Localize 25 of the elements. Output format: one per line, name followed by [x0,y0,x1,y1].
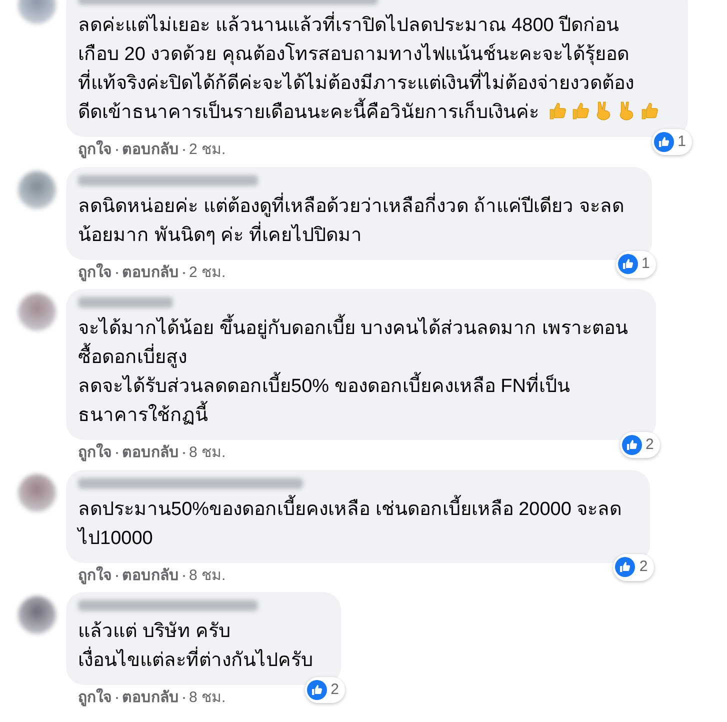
timestamp[interactable]: 8 ชม. [189,687,226,710]
timestamp[interactable]: 8 ชม. [189,442,226,464]
reaction-badge[interactable]: 1 [652,128,692,155]
comment-text: จะได้มากได้น้อย ขึ้นอยู่กับดอกเบี้ย บางคนได้ส่วนลดมาก เพราะตอน ซื้อดอกเบี่ยสูง ลดจะได้รับส่วนลดดอกเบี้ย50% ของดอกเบี้ยคงเหลือ FNที่เป็น ธนาคารใช้กฏนี้ [78,314,628,430]
reaction-badge[interactable]: 1 [616,251,656,278]
comment-text: ลดค่ะแต่ไม่เยอะ แล้วนานแล้วที่เราปิดไปลดประมาณ 4800 ปีดก่อน เกือบ 20 งวดด้วย คุณต้องโทรสอบถามทางไฟแน้นช์นะคะจะได้รุ้ยอด ที่แท้จริงค่ะปิดได้ก้ดีค่ะจะได้ไม่ต้องมีภาระแต่เงินที่ไม่ต้องจ่ายงวดต้อง ดีดเข้าธนาคารเป็นรายเดือนนะคะนี้คือวินัยการเก็บเงินค่ะ [78,11,660,127]
reaction-badge[interactable]: 2 [620,432,660,458]
reaction-badge[interactable]: 2 [304,676,345,703]
reaction-badge[interactable]: 2 [613,554,654,580]
like-link[interactable]: ถูกใจ [78,139,112,162]
timestamp[interactable]: 8 ชม. [189,564,226,587]
reply-link[interactable]: ตอบกลับ [122,139,179,162]
comment-text: แล้วแต่ บริษัท ครับ เงื่อนไขแต่ละที่ต่างกันไปครับ [78,620,313,673]
reply-link[interactable]: ตอบกลับ [122,564,179,587]
timestamp[interactable]: 2 ชม. [189,139,226,162]
like-link[interactable]: ถูกใจ [78,442,112,464]
like-link[interactable]: ถูกใจ [78,262,112,284]
reply-link[interactable]: ตอบกลับ [122,442,179,464]
reply-link[interactable]: ตอบกลับ [122,687,179,710]
comment-text: ลดประมาน50%ของดอกเบี้ยคงเหลือ เช่นดอกเบี้ยเหลือ 20000 จะลด ไป10000 [78,494,622,552]
timestamp[interactable]: 2 ชม. [189,262,226,284]
like-link[interactable]: ถูกใจ [78,564,112,587]
comment-text: ลดนิดหน่อยค่ะ แต่ต้องดูที่เหลือด้วยว่าเหลือกี่งวด ถ้าแค่ปีเดียว จะลด น้อยมาก พันนิดๆ ค่ะ ที่เคยไปปิดมา [78,192,624,250]
reply-link[interactable]: ตอบกลับ [122,262,179,284]
like-link[interactable]: ถูกใจ [78,687,112,710]
